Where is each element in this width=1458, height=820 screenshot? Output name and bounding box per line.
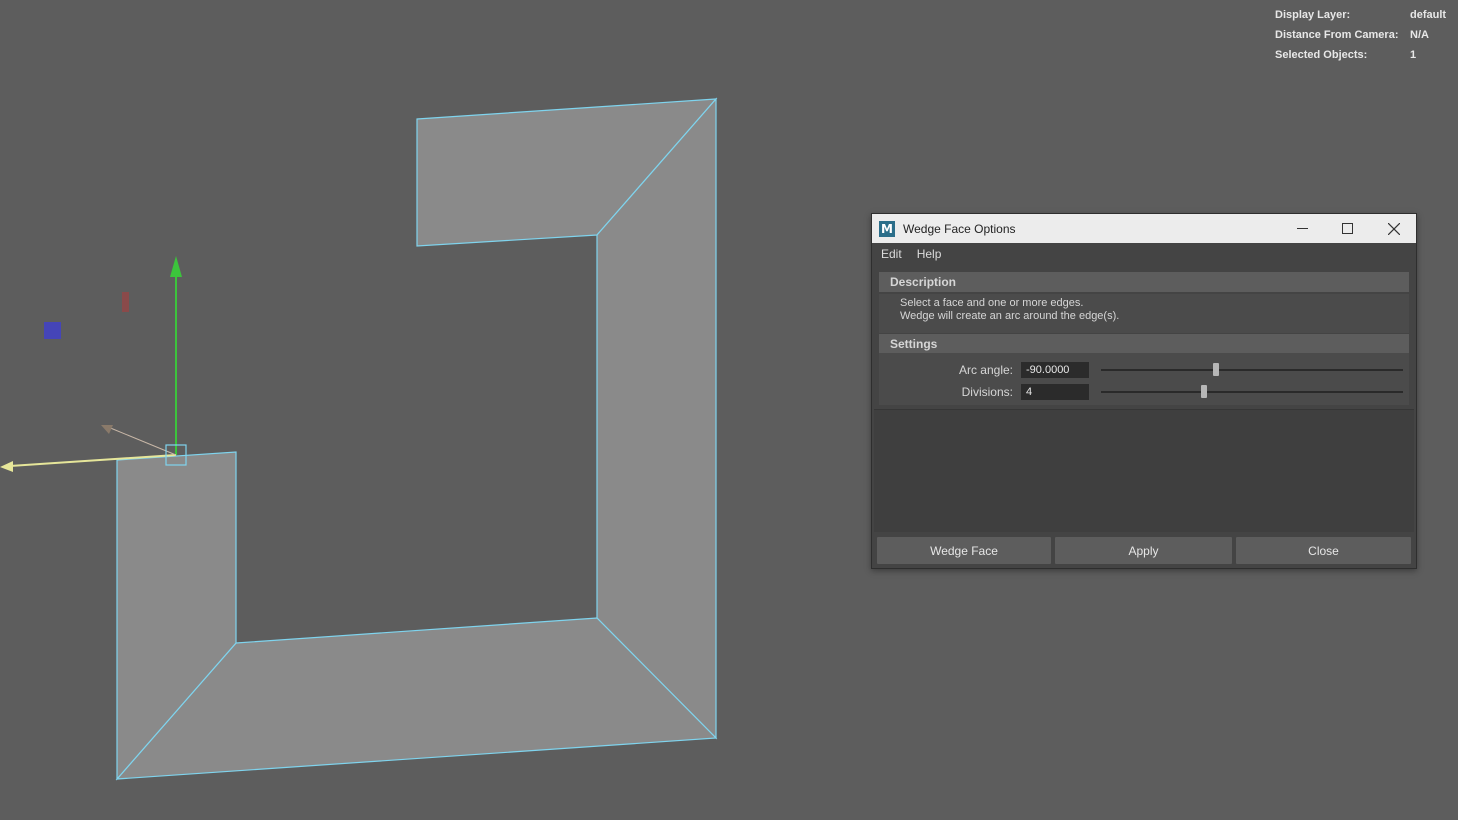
arc-angle-slider-track [1101, 369, 1403, 371]
maximize-button[interactable] [1325, 214, 1370, 243]
xy-plane-handle-icon[interactable] [44, 322, 61, 339]
description-line-1: Select a face and one or more edges. [900, 297, 1084, 309]
hud-display-layer-value: default [1410, 9, 1447, 21]
minimize-icon [1297, 228, 1308, 229]
settings-box: Arc angle: Divisions: [879, 353, 1409, 405]
description-section-header[interactable]: Description [879, 272, 1409, 292]
y-axis-arrow-icon[interactable] [170, 256, 182, 277]
divisions-label: Divisions: [961, 385, 1013, 399]
dialog-menubar: Edit Help [872, 243, 1416, 265]
hud-display-layer: Display Layer: default [1275, 5, 1447, 25]
arc-angle-slider[interactable] [1101, 361, 1403, 379]
close-window-button[interactable] [1371, 214, 1416, 243]
divisions-field[interactable] [1021, 384, 1089, 400]
dialog-titlebar[interactable]: M Wedge Face Options [872, 214, 1416, 243]
hud-distance-value: N/A [1410, 29, 1429, 41]
settings-section-header[interactable]: Settings [879, 334, 1409, 354]
x-axis-arrow-icon[interactable] [0, 461, 13, 472]
hud-display-layer-label: Display Layer: [1275, 9, 1351, 21]
wedge-face-options-dialog[interactable]: M Wedge Face Options Edit Help Descripti… [871, 213, 1417, 569]
arc-angle-slider-thumb[interactable] [1213, 363, 1219, 376]
dialog-title: Wedge Face Options [903, 221, 1016, 236]
close-button[interactable]: Close [1236, 537, 1411, 564]
divisions-slider-thumb[interactable] [1201, 385, 1207, 398]
heads-up-display: Display Layer: default Distance From Cam… [1275, 5, 1447, 65]
hud-distance-label: Distance From Camera: [1275, 29, 1399, 41]
mesh-object[interactable] [115, 97, 718, 781]
hud-selected-label: Selected Objects: [1275, 49, 1368, 61]
menu-help[interactable]: Help [917, 247, 942, 261]
arc-angle-row: Arc angle: [879, 361, 1409, 379]
yz-plane-handle-icon[interactable] [122, 292, 129, 312]
z-axis-cone-icon[interactable] [101, 425, 113, 434]
maximize-icon [1342, 223, 1353, 234]
divisions-slider-track [1101, 391, 1403, 393]
divisions-row: Divisions: [879, 383, 1409, 401]
dialog-empty-area [874, 409, 1414, 532]
hud-selected-value: 1 [1410, 49, 1417, 61]
divisions-slider[interactable] [1101, 383, 1403, 401]
app-logo-icon: M [879, 220, 895, 237]
arc-angle-label: Arc angle: [958, 363, 1013, 377]
close-icon [1387, 222, 1400, 235]
hud-distance: Distance From Camera: N/A [1275, 25, 1444, 45]
apply-button[interactable]: Apply [1055, 537, 1232, 564]
move-manipulator[interactable] [0, 256, 187, 472]
description-line-2: Wedge will create an arc around the edge… [900, 310, 1120, 322]
minimize-button[interactable] [1280, 214, 1325, 243]
description-box: Select a face and one or more edges. Wed… [879, 294, 1409, 333]
menu-edit[interactable]: Edit [881, 247, 902, 261]
wedge-face-button[interactable]: Wedge Face [877, 537, 1051, 564]
arc-angle-field[interactable] [1021, 362, 1089, 378]
hud-selected-objects: Selected Objects: 1 [1275, 45, 1444, 65]
